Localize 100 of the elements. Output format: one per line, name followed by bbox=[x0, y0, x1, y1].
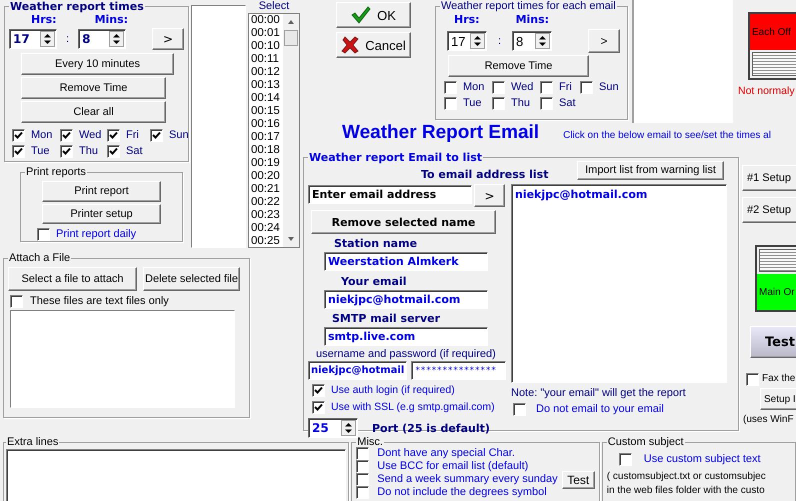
time-button[interactable]: Clear all bbox=[21, 101, 166, 123]
email-list[interactable]: niekjpc@hotmail.com bbox=[511, 184, 727, 383]
time-item[interactable]: 00:14 bbox=[251, 92, 283, 105]
checkbox[interactable] bbox=[60, 128, 73, 142]
checkbox[interactable] bbox=[492, 80, 505, 94]
hint-text: Click on the below email to see/set the times al bbox=[563, 130, 771, 141]
checkbox[interactable] bbox=[580, 80, 593, 94]
checkbox-label: Use with SSL (e.g smtp.gmail.com) bbox=[331, 400, 495, 414]
checkbox-label: Do not email to your email bbox=[536, 402, 664, 416]
username-field[interactable]: niekjpc@hotmail bbox=[308, 361, 407, 380]
add-email-button[interactable]: > bbox=[474, 184, 505, 207]
checkbox[interactable] bbox=[150, 128, 163, 142]
time-item[interactable]: 00:10 bbox=[251, 40, 283, 53]
checkbox[interactable] bbox=[60, 144, 73, 158]
day-label: Tue bbox=[31, 144, 50, 158]
test-button[interactable]: Test bbox=[562, 471, 595, 489]
checkbox[interactable] bbox=[12, 144, 25, 158]
station-name-field[interactable]: Weerstation Almkerk bbox=[324, 252, 488, 271]
time-item[interactable]: 00:12 bbox=[251, 66, 283, 79]
time-item[interactable]: 00:24 bbox=[251, 222, 283, 235]
checkbox-label: Print report daily bbox=[56, 227, 136, 241]
day-label: Sun bbox=[599, 80, 619, 94]
status-indicator[interactable]: Each Off bbox=[748, 12, 796, 80]
time-separator: : bbox=[496, 35, 502, 47]
time-button[interactable]: Every 10 minutes bbox=[21, 53, 174, 75]
checkbox[interactable] bbox=[107, 144, 120, 158]
checkbox[interactable] bbox=[513, 402, 526, 416]
time-item[interactable]: 00:15 bbox=[251, 105, 283, 118]
time-separator: : bbox=[65, 33, 70, 45]
list-box[interactable] bbox=[191, 5, 246, 248]
setup-button[interactable]: Setup I bbox=[760, 388, 796, 410]
port-label: Port (25 is default) bbox=[372, 422, 490, 434]
test-button[interactable]: Test bbox=[750, 326, 796, 358]
add-time-button[interactable]: > bbox=[588, 29, 620, 53]
email-item[interactable]: niekjpc@hotmail.com bbox=[515, 188, 723, 202]
email-input[interactable]: Enter email address bbox=[308, 185, 472, 204]
checkbox[interactable] bbox=[312, 400, 325, 414]
checkbox[interactable] bbox=[356, 447, 370, 460]
time-item[interactable]: 00:01 bbox=[251, 27, 283, 40]
checkbox[interactable] bbox=[444, 80, 457, 94]
remove-time-button[interactable]: Remove Time bbox=[448, 55, 589, 77]
text-area[interactable] bbox=[6, 449, 346, 501]
hours-label: Hrs: bbox=[454, 13, 480, 27]
cancel-button[interactable]: Cancel bbox=[336, 32, 411, 58]
attach-button[interactable]: Delete selected file bbox=[143, 267, 240, 291]
checkbox[interactable] bbox=[540, 80, 553, 94]
checkbox[interactable] bbox=[356, 460, 370, 473]
time-item[interactable]: 00:19 bbox=[251, 157, 283, 170]
time-item[interactable]: 00:16 bbox=[251, 118, 283, 131]
import-button[interactable]: Import list from warning list bbox=[577, 160, 724, 180]
print-button[interactable]: Print report bbox=[42, 181, 161, 202]
checkbox[interactable] bbox=[356, 473, 370, 486]
minutes-label: Mins: bbox=[94, 13, 128, 27]
checkbox[interactable] bbox=[444, 96, 457, 110]
checkbox[interactable] bbox=[37, 228, 50, 240]
checkbox[interactable] bbox=[618, 452, 632, 466]
time-button[interactable]: Remove Time bbox=[21, 77, 166, 99]
checkbox[interactable] bbox=[356, 486, 370, 499]
time-item[interactable]: 00:25 bbox=[251, 235, 283, 247]
day-label: Wed bbox=[79, 128, 102, 142]
scrollbar[interactable] bbox=[283, 14, 299, 247]
time-item[interactable]: 00:21 bbox=[251, 183, 283, 196]
checkbox[interactable] bbox=[312, 384, 325, 396]
checkbox-label: Send a week summary every sunday bbox=[377, 473, 558, 486]
time-item[interactable]: 00:00 bbox=[251, 14, 283, 27]
scroll-thumb[interactable] bbox=[284, 30, 298, 46]
time-item[interactable]: 00:20 bbox=[251, 170, 283, 183]
print-button[interactable]: Printer setup bbox=[42, 204, 161, 224]
checkbox[interactable] bbox=[10, 294, 23, 308]
checkbox[interactable] bbox=[12, 128, 25, 142]
list-box[interactable]: 00:00 00:01 00:10 00:11 00:12 00:13 00:14 00:15 00:16 00:17 00:18 00:19 00:20 00:21 00:22 00:23 00:24 00:25 bbox=[248, 13, 300, 248]
smtp-server-field[interactable]: smtp.live.com bbox=[324, 327, 488, 346]
password-field[interactable]: *************** bbox=[411, 361, 506, 380]
day-label: Thu bbox=[79, 144, 98, 158]
group-title: Extra lines bbox=[6, 436, 60, 449]
checkbox[interactable] bbox=[746, 372, 759, 386]
day-label: Mon bbox=[31, 128, 52, 142]
checkbox[interactable] bbox=[540, 96, 553, 110]
day-label: Tue bbox=[463, 96, 482, 110]
checkmark-icon bbox=[351, 6, 372, 24]
checkbox[interactable] bbox=[107, 128, 120, 142]
group-title: Misc. bbox=[356, 436, 384, 448]
setup-button[interactable]: #2 Setup bbox=[742, 197, 796, 223]
field-label: username and password (if required) bbox=[316, 348, 497, 361]
time-item[interactable]: 00:18 bbox=[251, 144, 283, 157]
time-item[interactable]: 00:13 bbox=[251, 79, 283, 92]
group-title: Custom subject bbox=[606, 436, 685, 449]
your-email-field[interactable]: niekjpc@hotmail.com bbox=[324, 290, 488, 309]
time-item[interactable]: 00:11 bbox=[251, 53, 283, 66]
remove-name-button[interactable]: Remove selected name bbox=[311, 210, 496, 234]
attach-button[interactable]: Select a file to attach bbox=[8, 267, 137, 291]
time-item[interactable]: 00:22 bbox=[251, 196, 283, 209]
time-item[interactable]: 00:23 bbox=[251, 209, 283, 222]
time-item[interactable]: 00:17 bbox=[251, 131, 283, 144]
setup-button[interactable]: #1 Setup bbox=[742, 165, 796, 191]
checkbox[interactable] bbox=[492, 96, 505, 110]
add-time-button[interactable]: > bbox=[152, 28, 184, 50]
status-indicator[interactable]: Main Or bbox=[755, 245, 796, 312]
group-title: Weather report Email to list bbox=[308, 151, 484, 164]
ok-button[interactable]: OK bbox=[336, 2, 411, 28]
